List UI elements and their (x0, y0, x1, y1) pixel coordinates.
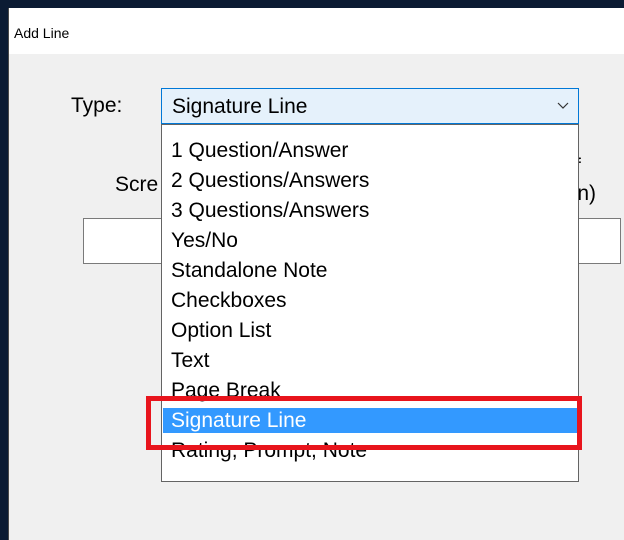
dropdown-option[interactable]: Standalone Note (163, 258, 577, 283)
dropdown-option[interactable]: Checkboxes (163, 288, 577, 313)
type-label: Type: (71, 94, 123, 117)
dropdown-option[interactable]: 2 Questions/Answers (163, 168, 577, 193)
type-select[interactable]: Signature Line (161, 88, 579, 124)
type-dropdown-list: 1 Question/Answer 2 Questions/Answers 3 … (161, 124, 579, 482)
dropdown-option[interactable]: 3 Questions/Answers (163, 198, 577, 223)
dropdown-option[interactable]: Page Break (163, 378, 577, 403)
dropdown-option[interactable]: Rating, Prompt, Note (163, 438, 577, 463)
chevron-down-icon[interactable] (556, 98, 570, 112)
screen-text-label: Scre (115, 173, 159, 196)
dropdown-option-selected[interactable]: Signature Line (163, 408, 577, 433)
dialog-titlebar[interactable]: Add Line (9, 8, 624, 54)
dialog-title: Add Line (14, 25, 70, 41)
dropdown-option[interactable]: Yes/No (163, 228, 577, 253)
dropdown-option[interactable]: Option List (163, 318, 577, 343)
dropdown-option[interactable]: 1 Question/Answer (163, 138, 577, 163)
type-select-value: Signature Line (172, 95, 308, 118)
add-line-dialog: Add Line Type: Signature Line Scre y if … (8, 8, 624, 540)
dropdown-option[interactable]: Text (163, 348, 577, 373)
